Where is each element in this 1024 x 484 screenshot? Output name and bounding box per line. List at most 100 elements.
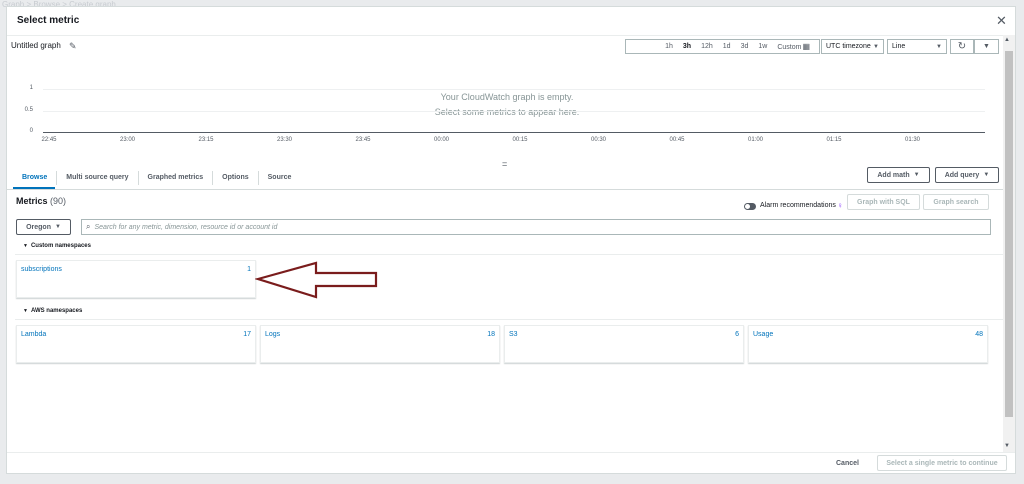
tab-options[interactable]: Options: [213, 171, 259, 185]
range-3h[interactable]: 3h: [678, 43, 696, 50]
graph-title[interactable]: Untitled graph: [11, 41, 61, 50]
x-tick-label: 23:45: [355, 137, 371, 143]
custom-namespaces-header[interactable]: ▼ Custom namespaces: [23, 243, 91, 249]
metrics-label: Metrics: [16, 196, 48, 206]
header-divider: [7, 35, 1015, 36]
modal-title: Select metric: [17, 15, 80, 26]
continue-button[interactable]: Select a single metric to continue: [877, 455, 1007, 471]
select-metric-modal: Select metric ✕ Untitled graph ✎ 1h 3h 1…: [6, 6, 1016, 474]
namespace-name: Usage: [753, 331, 774, 338]
range-1d[interactable]: 1d: [718, 43, 736, 50]
x-tick-label: 00:15: [512, 137, 528, 143]
namespace-card-usage[interactable]: Usage 48: [748, 325, 988, 363]
scroll-up-icon[interactable]: ▲: [1004, 37, 1010, 43]
aws-namespaces-divider: [15, 319, 1003, 320]
x-tick-label: 01:00: [747, 137, 763, 143]
namespace-card-lambda[interactable]: Lambda 17: [16, 325, 256, 363]
chart-type-select[interactable]: Line ▼: [887, 39, 947, 54]
browse-tabs: Browse Multi source query Graphed metric…: [13, 167, 300, 189]
caret-down-icon: ▼: [983, 172, 990, 178]
arrow-shape: [255, 261, 378, 299]
custom-namespaces-divider: [15, 254, 1003, 255]
region-value: Oregon: [26, 223, 51, 231]
empty-graph-message: Your CloudWatch graph is empty.: [440, 92, 574, 102]
refresh-options-button[interactable]: ▼: [974, 39, 999, 54]
caret-down-icon: ▼: [23, 243, 28, 249]
time-range-bar: 1h 3h 12h 1d 3d 1w Custom▦: [625, 39, 820, 54]
refresh-icon: ↻: [957, 41, 967, 52]
add-query-label: Add query: [944, 171, 980, 179]
caret-down-icon: ▼: [983, 43, 990, 50]
annotation-arrow: [255, 261, 378, 299]
alarm-recommendations-toggle[interactable]: [744, 203, 756, 210]
add-query-button[interactable]: Add query ▼: [935, 167, 999, 183]
calendar-icon: ▦: [802, 42, 810, 51]
caret-down-icon: ▼: [936, 43, 942, 50]
cancel-button[interactable]: Cancel: [836, 460, 859, 467]
x-tick-label: 00:30: [590, 137, 606, 143]
timezone-select[interactable]: UTC timezone ▼: [821, 39, 884, 54]
y-tick-label: 1: [29, 85, 33, 91]
tabs-divider: [7, 189, 1003, 190]
y-tick-label: 0: [29, 128, 33, 134]
range-12h[interactable]: 12h: [696, 43, 718, 50]
close-icon[interactable]: ✕: [996, 13, 1007, 29]
x-axis-line: [43, 132, 985, 133]
namespace-name: S3: [509, 331, 518, 338]
metrics-heading: Metrics (90): [16, 196, 66, 206]
namespace-name: Lambda: [21, 331, 47, 338]
namespace-card-logs[interactable]: Logs 18: [260, 325, 500, 363]
range-1h[interactable]: 1h: [660, 43, 678, 50]
custom-namespaces-label: Custom namespaces: [30, 243, 91, 249]
namespace-name: subscriptions: [21, 266, 62, 273]
x-tick-label: 23:00: [119, 137, 135, 143]
metric-search-input[interactable]: ⌕ Search for any metric, dimension, reso…: [81, 219, 991, 235]
aws-namespaces-label: AWS namespaces: [30, 308, 83, 314]
tab-source[interactable]: Source: [259, 171, 301, 185]
refresh-button[interactable]: ↻: [950, 39, 974, 54]
tab-graphed-metrics[interactable]: Graphed metrics: [139, 171, 214, 185]
range-3d[interactable]: 3d: [736, 43, 754, 50]
caret-down-icon: ▼: [873, 43, 879, 50]
x-tick-label: 22:45: [41, 137, 57, 143]
namespace-count: 18: [487, 331, 495, 338]
namespace-card-subscriptions[interactable]: subscriptions 1: [16, 260, 256, 298]
add-math-label: Add math: [877, 171, 910, 179]
namespace-count: 17: [243, 331, 251, 338]
resize-handle-icon[interactable]: =: [502, 159, 507, 169]
x-tick-label: 00:45: [669, 137, 685, 143]
lightbulb-icon: ♀: [837, 201, 843, 210]
tab-browse[interactable]: Browse: [13, 171, 58, 185]
graph-search-button[interactable]: Graph search: [923, 194, 989, 210]
footer-divider: [7, 452, 1015, 453]
custom-label: Custom: [777, 44, 802, 51]
range-custom[interactable]: Custom▦: [772, 42, 815, 51]
gridline: [43, 89, 985, 90]
x-tick-label: 23:30: [276, 137, 292, 143]
namespace-count: 6: [735, 331, 739, 338]
search-icon: ⌕: [86, 222, 91, 231]
namespace-card-s3[interactable]: S3 6: [504, 325, 744, 363]
aws-namespaces-header[interactable]: ▼ AWS namespaces: [23, 308, 82, 314]
caret-down-icon: ▼: [913, 172, 920, 178]
timezone-value: UTC timezone: [826, 43, 871, 50]
metrics-count: (90): [50, 196, 67, 206]
x-tick-label: 00:00: [433, 137, 449, 143]
chart-type-value: Line: [892, 43, 906, 50]
graph-with-sql-button[interactable]: Graph with SQL: [847, 194, 920, 210]
x-tick-label: 23:15: [198, 137, 214, 143]
alarm-recommendations-label: Alarm recommendations: [760, 202, 836, 209]
namespace-count: 1: [247, 266, 251, 273]
scroll-down-icon[interactable]: ▼: [1004, 443, 1010, 449]
gridline: [43, 110, 985, 112]
scrollbar-thumb[interactable]: [1005, 51, 1013, 417]
region-select[interactable]: Oregon ▼: [16, 219, 71, 235]
add-math-button[interactable]: Add math ▼: [867, 167, 930, 183]
empty-graph-hint: Select some metrics to appear here.: [434, 107, 580, 117]
edit-pencil-icon[interactable]: ✎: [69, 41, 77, 52]
namespace-name: Logs: [265, 331, 281, 338]
search-placeholder: Search for any metric, dimension, resour…: [94, 223, 278, 231]
range-1w[interactable]: 1w: [753, 43, 772, 50]
namespace-count: 48: [975, 331, 983, 338]
tab-multi-source-query[interactable]: Multi source query: [57, 171, 139, 185]
